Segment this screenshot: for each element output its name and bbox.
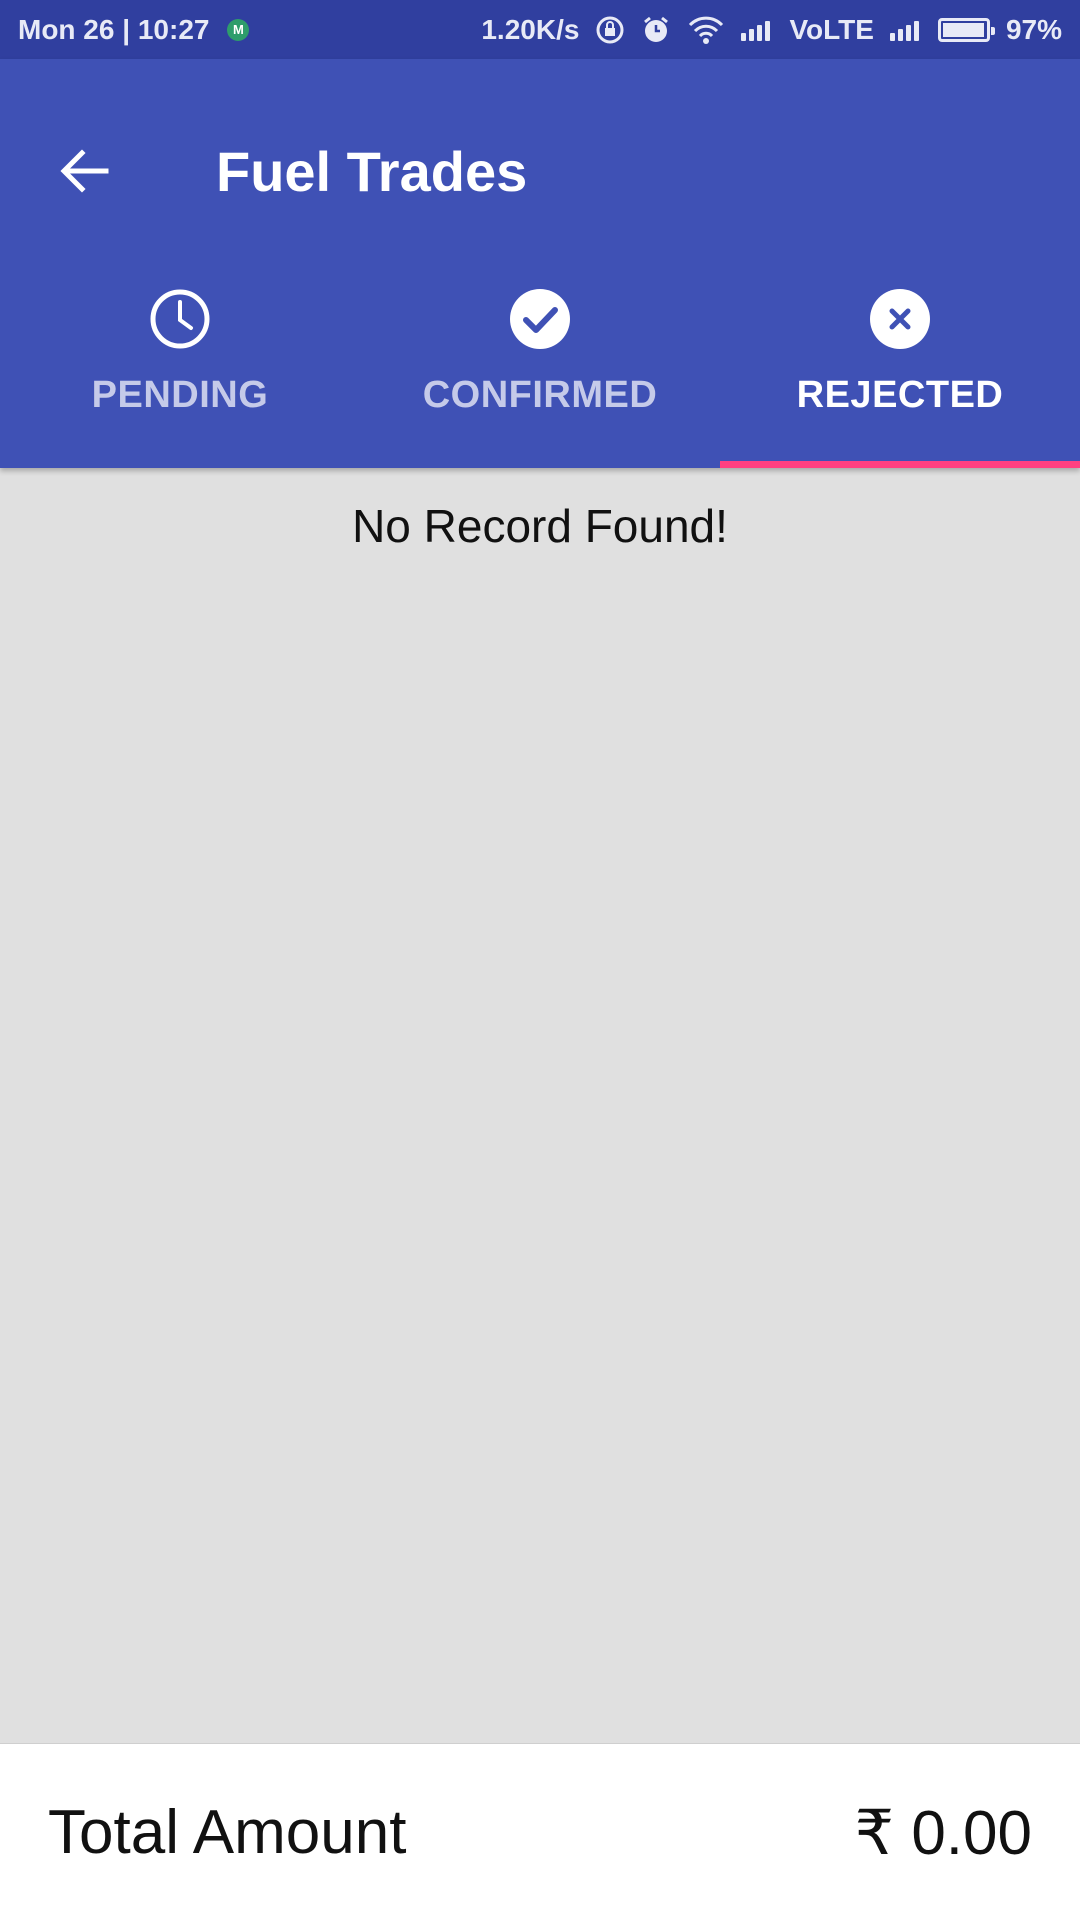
- back-button[interactable]: [48, 135, 120, 207]
- wifi-icon: [689, 16, 724, 44]
- battery-fill: [942, 22, 984, 37]
- total-amount-value: ₹ 0.00: [854, 1798, 1032, 1868]
- arrow-back-icon: [60, 149, 109, 193]
- status-bar: Mon 26 | 10:27 M 1.20K/s VoLTE 97%: [0, 0, 1080, 59]
- signal-icon-2: [889, 19, 922, 41]
- total-amount-label: Total Amount: [48, 1797, 407, 1867]
- rotation-lock-icon: [596, 16, 624, 43]
- page-title: Fuel Trades: [216, 140, 528, 203]
- active-tab-indicator: [720, 461, 1080, 468]
- total-amount-bar: Total Amount ₹ 0.00: [0, 1743, 1080, 1920]
- tab-confirmed[interactable]: CONFIRMED: [360, 274, 720, 468]
- tab-pending[interactable]: PENDING: [0, 274, 360, 468]
- app-bar: Fuel Trades PENDING CONFIRMED REJECTED: [0, 59, 1080, 468]
- net-speed: 1.20K/s: [481, 13, 580, 45]
- mail-notification-icon: M: [227, 18, 250, 41]
- status-date-time: Mon 26 | 10:27: [18, 13, 210, 45]
- tab-label: CONFIRMED: [422, 374, 658, 416]
- cancel-circle-icon: [870, 289, 930, 349]
- battery-percent: 97%: [1005, 13, 1062, 45]
- tab-label: PENDING: [91, 374, 269, 416]
- clock-icon: [150, 289, 210, 349]
- tab-rejected[interactable]: REJECTED: [720, 274, 1080, 468]
- empty-state-message: No Record Found!: [352, 500, 728, 552]
- network-type: VoLTE: [789, 13, 874, 45]
- tab-bar: PENDING CONFIRMED REJECTED: [0, 274, 1080, 468]
- signal-icon: [741, 19, 773, 41]
- battery-icon: [937, 17, 995, 42]
- alarm-icon: [644, 16, 669, 42]
- check-circle-icon: [510, 289, 570, 349]
- tab-label: REJECTED: [796, 374, 1004, 416]
